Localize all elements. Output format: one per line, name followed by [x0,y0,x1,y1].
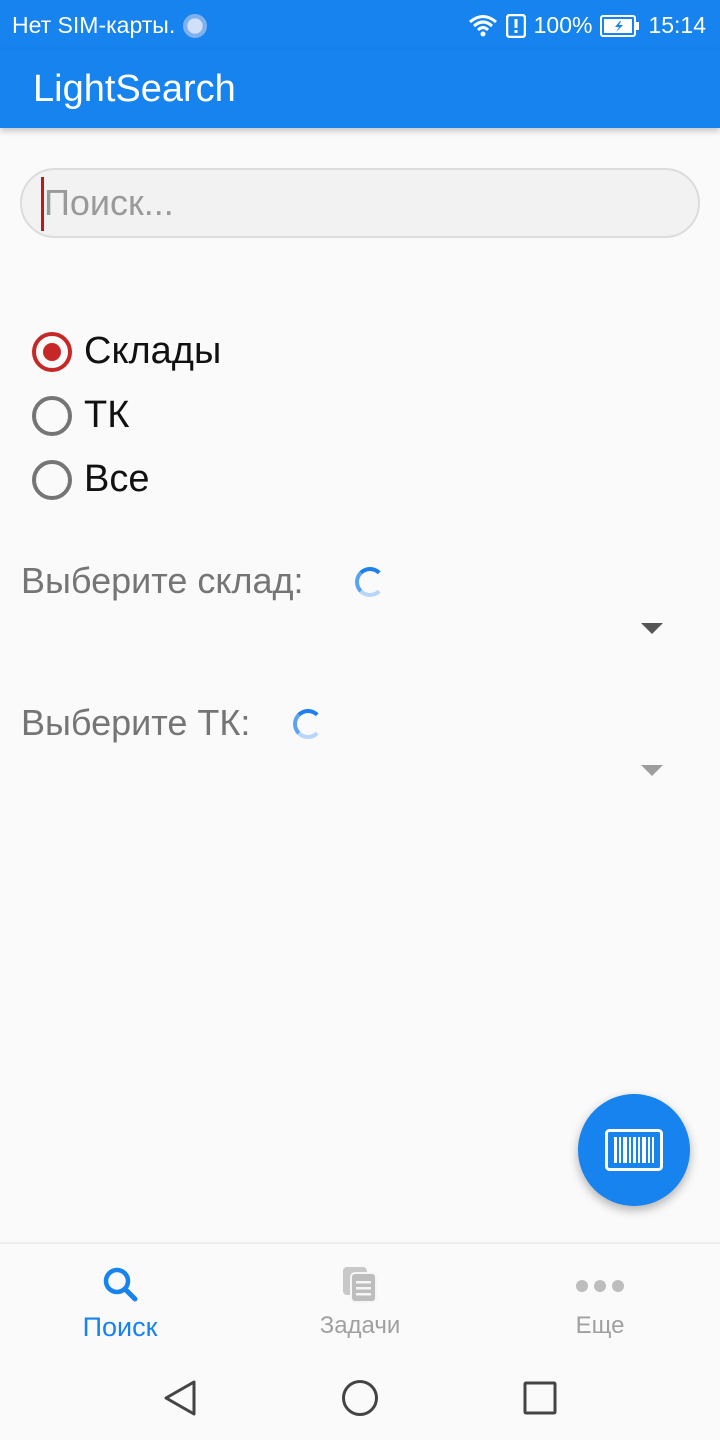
radio-option-all[interactable]: Все [32,458,149,501]
radio-label: Склады [84,330,222,372]
app-bar: LightSearch [0,50,720,128]
tasks-icon [343,1267,377,1303]
search-input[interactable] [42,170,682,236]
sim-status-icon [183,13,208,38]
nav-item-more[interactable]: Еще [480,1244,720,1358]
radio-option-warehouses[interactable]: Склады [32,330,221,373]
warehouse-select-label: Выберите склад: [21,560,304,601]
tk-select-label: Выберите ТК: [21,702,251,743]
battery-percent: 100% [533,12,593,38]
carrier-text: Нет SIM-карты. [12,12,176,38]
search-icon [103,1267,138,1302]
warehouse-loading-spinner [355,567,385,597]
radio-label: Все [84,458,150,500]
more-icon [576,1280,624,1292]
tk-loading-spinner [293,709,323,739]
wifi-icon [468,14,497,36]
app-title: LightSearch [33,68,236,110]
warehouse-dropdown-arrow-icon[interactable] [641,623,663,634]
nav-label: Еще [575,1312,625,1339]
alert-icon [505,13,526,38]
nav-item-tasks[interactable]: Задачи [240,1244,480,1358]
nav-label: Поиск [82,1312,158,1342]
nav-item-search[interactable]: Поиск [0,1244,240,1358]
system-navigation-bar [0,1356,720,1440]
back-icon[interactable] [160,1378,200,1418]
status-right: 100% 15:14 [468,12,706,39]
radio-button[interactable] [32,395,72,436]
barcode-icon [605,1129,663,1171]
home-icon[interactable] [340,1378,380,1418]
radio-button-checked[interactable] [32,331,72,372]
nav-label: Задачи [319,1312,401,1339]
radio-label: ТК [84,394,130,436]
radio-button[interactable] [32,459,72,500]
radio-option-tk[interactable]: ТК [32,394,129,437]
bottom-navigation: Поиск Задачи Еще [0,1242,720,1356]
status-left: Нет SIM-карты. [12,12,208,39]
status-bar: Нет SIM-карты. 100% 15:14 [0,0,720,50]
search-field[interactable] [20,168,700,238]
recents-icon[interactable] [522,1380,558,1416]
battery-charging-icon [600,14,640,37]
scan-barcode-button[interactable] [578,1094,690,1206]
clock: 15:14 [648,12,706,38]
tk-dropdown-arrow-icon[interactable] [641,765,663,776]
